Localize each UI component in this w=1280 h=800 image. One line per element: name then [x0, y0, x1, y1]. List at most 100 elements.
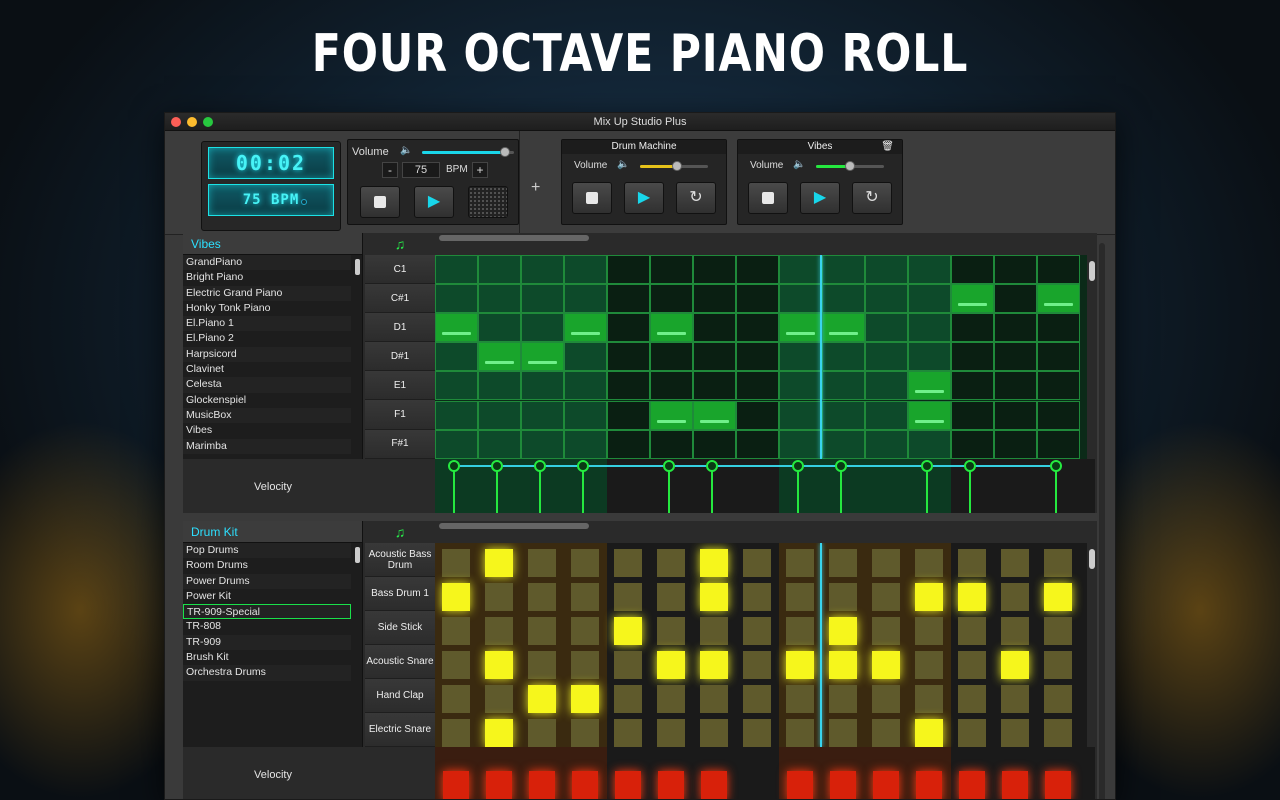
piano-cell[interactable] — [951, 342, 994, 372]
velocity-bar[interactable] — [701, 771, 727, 799]
instrument-list-item[interactable]: MusicBox — [183, 407, 351, 424]
velocity-bar[interactable] — [658, 771, 684, 799]
piano-roll-vertical-scrollbar[interactable] — [1089, 261, 1095, 281]
piano-note[interactable] — [822, 313, 865, 343]
master-volume-slider[interactable] — [422, 147, 514, 157]
instrument-list-item[interactable]: Clavinet — [183, 362, 351, 377]
drum-step[interactable] — [700, 719, 728, 747]
piano-cell[interactable] — [521, 313, 564, 343]
drum-step[interactable] — [1044, 685, 1072, 713]
velocity-handle[interactable] — [534, 460, 546, 472]
velocity-bar[interactable] — [959, 771, 985, 799]
drum-step[interactable] — [786, 583, 814, 611]
piano-cell[interactable] — [693, 342, 736, 372]
bpm-increase-button[interactable]: + — [472, 162, 488, 178]
drum-step[interactable] — [657, 685, 685, 713]
piano-cell[interactable] — [994, 284, 1037, 314]
drum-step[interactable] — [442, 651, 470, 679]
piano-cell[interactable] — [693, 429, 736, 459]
drum-grid-scrollbar[interactable] — [439, 523, 589, 529]
drum-kit-list-scrollbar[interactable] — [355, 547, 360, 563]
piano-cell[interactable] — [865, 342, 908, 372]
drum-step[interactable] — [872, 685, 900, 713]
piano-cell[interactable] — [607, 429, 650, 459]
piano-cell[interactable] — [478, 255, 521, 285]
piano-cell[interactable] — [994, 342, 1037, 372]
piano-key[interactable]: E1 — [365, 371, 435, 401]
drum-step[interactable] — [829, 583, 857, 611]
drum-step[interactable] — [958, 549, 986, 577]
drum-step[interactable] — [528, 651, 556, 679]
vibes-volume-slider[interactable] — [816, 161, 884, 171]
instrument-list-item[interactable]: Glockenspiel — [183, 393, 351, 408]
drum-velocity-lane[interactable] — [435, 747, 1095, 799]
piano-cell[interactable] — [564, 429, 607, 459]
drum-row-label[interactable]: Acoustic Bass Drum — [365, 543, 435, 577]
drum-kit-list-item[interactable]: TR-909 — [183, 634, 351, 651]
drum-step[interactable] — [700, 617, 728, 645]
piano-cell[interactable] — [1037, 400, 1080, 430]
piano-cell[interactable] — [478, 313, 521, 343]
piano-cell[interactable] — [994, 429, 1037, 459]
instrument-list-item[interactable]: El.Piano 1 — [183, 316, 351, 332]
piano-cell[interactable] — [650, 371, 693, 401]
velocity-handle[interactable] — [663, 460, 675, 472]
drum-step[interactable] — [872, 549, 900, 577]
drum-step[interactable] — [1044, 617, 1072, 645]
instrument-list-item[interactable]: Bright Piano — [183, 270, 351, 285]
instrument-list-item[interactable]: GrandPiano — [183, 255, 351, 271]
drum-step[interactable] — [1044, 719, 1072, 747]
drum-row-label[interactable]: Side Stick — [365, 611, 435, 645]
drum-step[interactable] — [743, 583, 771, 611]
piano-key[interactable]: D#1 — [365, 342, 435, 372]
piano-cell[interactable] — [607, 313, 650, 343]
piano-note[interactable] — [521, 342, 564, 372]
trash-icon[interactable]: 🗑 — [881, 140, 894, 154]
piano-cell[interactable] — [736, 313, 779, 343]
piano-cell[interactable] — [564, 371, 607, 401]
drum-play-button[interactable]: ▶ — [624, 182, 664, 214]
drum-step[interactable] — [872, 583, 900, 611]
piano-cell[interactable] — [908, 429, 951, 459]
instrument-list-item[interactable]: Celesta — [183, 377, 351, 393]
piano-cell[interactable] — [908, 313, 951, 343]
drum-hit[interactable] — [485, 651, 513, 679]
drum-row-label[interactable]: Electric Snare — [365, 713, 435, 747]
drum-step[interactable] — [743, 685, 771, 713]
piano-cell[interactable] — [951, 371, 994, 401]
piano-note[interactable] — [693, 400, 736, 430]
music-note-icon[interactable]: ♫ — [365, 521, 435, 543]
music-note-icon[interactable]: ♫ — [365, 233, 435, 255]
piano-cell[interactable] — [478, 371, 521, 401]
drum-step[interactable] — [872, 719, 900, 747]
drum-step[interactable] — [786, 549, 814, 577]
piano-cell[interactable] — [865, 400, 908, 430]
piano-cell[interactable] — [736, 255, 779, 285]
drum-step[interactable] — [915, 549, 943, 577]
piano-cell[interactable] — [478, 429, 521, 459]
drum-step[interactable] — [743, 651, 771, 679]
drum-kit-list-item[interactable]: TR-909-Special — [183, 604, 351, 620]
piano-cell[interactable] — [521, 400, 564, 430]
piano-key[interactable]: D1 — [365, 313, 435, 343]
drum-loop-button[interactable]: ↻ — [676, 182, 716, 214]
piano-cell[interactable] — [994, 255, 1037, 285]
velocity-bar[interactable] — [787, 771, 813, 799]
drum-row-label[interactable]: Hand Clap — [365, 679, 435, 713]
piano-note[interactable] — [564, 313, 607, 343]
vibes-loop-button[interactable]: ↻ — [852, 182, 892, 214]
drum-hit[interactable] — [915, 583, 943, 611]
drum-stop-button[interactable] — [572, 182, 612, 214]
piano-cell[interactable] — [908, 342, 951, 372]
piano-cell[interactable] — [435, 429, 478, 459]
drum-hit[interactable] — [958, 583, 986, 611]
velocity-bar[interactable] — [486, 771, 512, 799]
drum-hit[interactable] — [829, 617, 857, 645]
drum-hit[interactable] — [571, 685, 599, 713]
drum-hit[interactable] — [1001, 651, 1029, 679]
drum-step[interactable] — [614, 549, 642, 577]
drum-volume-knob[interactable] — [672, 161, 683, 171]
drum-step[interactable] — [958, 719, 986, 747]
drum-kit-list-item[interactable]: Room Drums — [183, 558, 351, 573]
bpm-input[interactable]: 75 — [402, 162, 440, 178]
